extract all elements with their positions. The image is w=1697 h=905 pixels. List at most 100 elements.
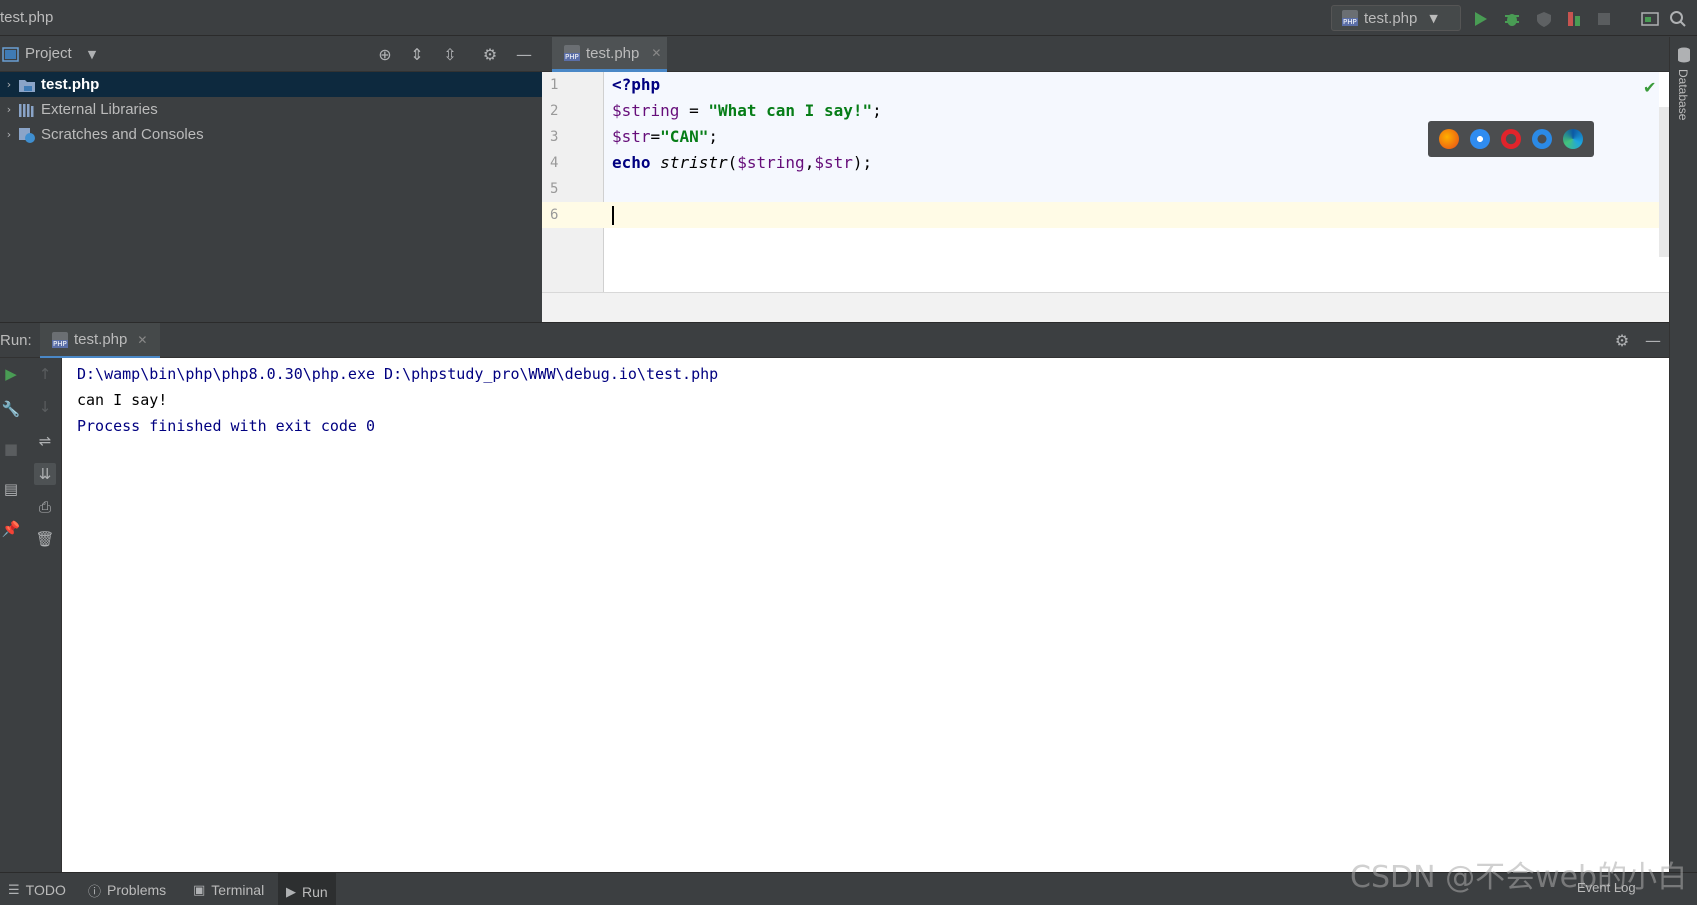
firefox-icon[interactable] [1439,129,1460,149]
list-icon: ☰ [8,882,20,898]
tree-item-test-php[interactable]: › test.php [0,72,542,97]
code-token: ( [727,153,738,172]
trash-icon[interactable]: 🗑 [34,528,56,550]
tree-item-external-libraries[interactable]: › External Libraries [0,97,542,122]
run-icon: ▶ [286,884,296,900]
rerun-icon[interactable]: ▶ [0,363,22,385]
run-icon[interactable] [1470,9,1490,29]
run-console[interactable]: D:\wamp\bin\php\php8.0.30\php.exe D:\php… [62,358,1669,872]
up-arrow-icon[interactable]: ↑ [34,363,56,385]
todo-tool-button[interactable]: ☰ TODO [0,880,74,900]
stop-icon[interactable] [1594,9,1614,29]
run-configuration-dropdown[interactable]: test.php ▼ [1331,5,1461,31]
code-token: stristr [660,153,728,172]
watermark: CSDN @不会web的小白 [1350,860,1688,895]
chevron-right-icon[interactable]: › [0,78,18,91]
console-line: Process finished with exit code 0 [77,417,376,435]
close-icon[interactable]: ✕ [137,333,147,347]
php-file-icon [1342,10,1358,26]
profile-icon[interactable] [1564,9,1584,29]
tab-label: test.php [586,44,640,62]
info-icon: ⓘ [88,884,102,900]
code-editor[interactable]: 1 2 3 4 5 6 <?php $string = "What can I … [542,72,1669,292]
chevron-right-icon[interactable]: › [0,103,18,116]
run-panel-label: Run: [0,332,32,349]
run-tool-button[interactable]: ▶ Run [278,873,336,905]
chevron-down-icon[interactable]: ▼ [82,45,102,65]
code-line-1: <?php [612,72,660,98]
expand-all-icon[interactable]: ⇕ [407,45,427,65]
line-number: 6 [550,207,559,223]
code-token: "What can I say!" [708,101,873,120]
right-tool-strip: Database [1669,37,1697,872]
search-icon[interactable] [1668,9,1688,29]
run-configuration-label: test.php [1364,9,1418,27]
code-line-3: $str="CAN"; [612,124,718,150]
hide-icon[interactable]: — [514,45,534,65]
editor-scrollbar[interactable] [1659,107,1669,257]
problems-tool-button[interactable]: ⓘ Problems [80,880,174,900]
hide-icon[interactable]: — [1643,331,1663,351]
code-token: $str [814,153,853,172]
edge-icon[interactable] [1562,129,1583,149]
terminal-tool-button[interactable]: ▣ Terminal [185,880,272,900]
tree-item-scratches[interactable]: › Scratches and Consoles [0,122,542,147]
terminal-icon: ▣ [193,882,206,898]
code-token: <?php [612,75,661,94]
gear-icon[interactable]: ⚙ [480,45,500,65]
problems-label: Problems [107,882,167,898]
database-tool-label[interactable]: Database [1676,69,1690,120]
browser-popup [1428,121,1594,157]
wrench-icon[interactable]: 🔧 [0,398,22,420]
collapse-all-icon[interactable]: ⇳ [440,45,460,65]
layout-icon[interactable] [1640,9,1660,29]
code-token: echo [612,153,651,172]
console-line: D:\wamp\bin\php\php8.0.30\php.exe D:\php… [77,365,719,383]
code-token: , [804,153,815,172]
line-number: 4 [550,155,559,171]
project-view-icon [2,47,19,62]
run-toolbar-right: ↑ ↓ ⇌ ⇊ ⎙ 🗑 [28,358,62,872]
scroll-to-end-icon[interactable]: ⇊ [34,463,56,485]
window-title: test.php [0,9,54,26]
stop-icon[interactable]: ■ [0,438,22,460]
scratches-icon [19,127,35,143]
text-caret [612,206,614,225]
terminal-label: Terminal [211,882,265,898]
run-toolbar-left: ▶ 🔧 ■ ▤ 📌 [0,358,28,872]
editor-breadcrumb-bar [542,292,1669,322]
print-icon[interactable]: ⎙ [34,496,56,518]
tab-test-php[interactable]: test.php ✕ [552,37,667,72]
checkmark-icon: ✔ [1643,78,1657,97]
soft-wrap-icon[interactable]: ⇌ [34,430,56,452]
project-panel-header: Project ▼ ⊕ ⇕ ⇳ ⚙ — [0,37,542,72]
locate-icon[interactable]: ⊕ [375,45,395,65]
todo-label: TODO [25,882,66,898]
php-file-icon [52,331,68,348]
event-log-button[interactable]: Event Log [1577,880,1636,895]
database-icon[interactable] [1677,47,1691,63]
tree-item-label: test.php [41,76,100,93]
safari-icon[interactable] [1470,129,1491,149]
line-number: 2 [550,103,559,119]
coverage-icon[interactable] [1534,9,1554,29]
php-file-icon [564,45,580,61]
project-view-label[interactable]: Project [25,45,72,62]
debug-icon[interactable] [1502,9,1522,29]
run-tab-test-php[interactable]: test.php ✕ [40,323,160,359]
close-icon[interactable]: ✕ [651,46,661,60]
internet-explorer-icon[interactable] [1531,129,1552,149]
line-number: 5 [550,181,559,197]
pin-icon[interactable]: 📌 [0,518,22,540]
code-token: = [679,101,709,120]
down-arrow-icon[interactable]: ↓ [34,396,56,418]
run-tab-label: test.php [74,331,128,348]
layout-icon[interactable]: ▤ [0,478,22,500]
line-number: 3 [550,129,559,145]
tree-item-label: Scratches and Consoles [41,126,204,143]
chevron-right-icon[interactable]: › [0,128,18,141]
tree-item-label: External Libraries [41,101,158,118]
gear-icon[interactable]: ⚙ [1612,331,1632,351]
code-token: $string [612,101,680,120]
opera-icon[interactable] [1500,129,1521,149]
